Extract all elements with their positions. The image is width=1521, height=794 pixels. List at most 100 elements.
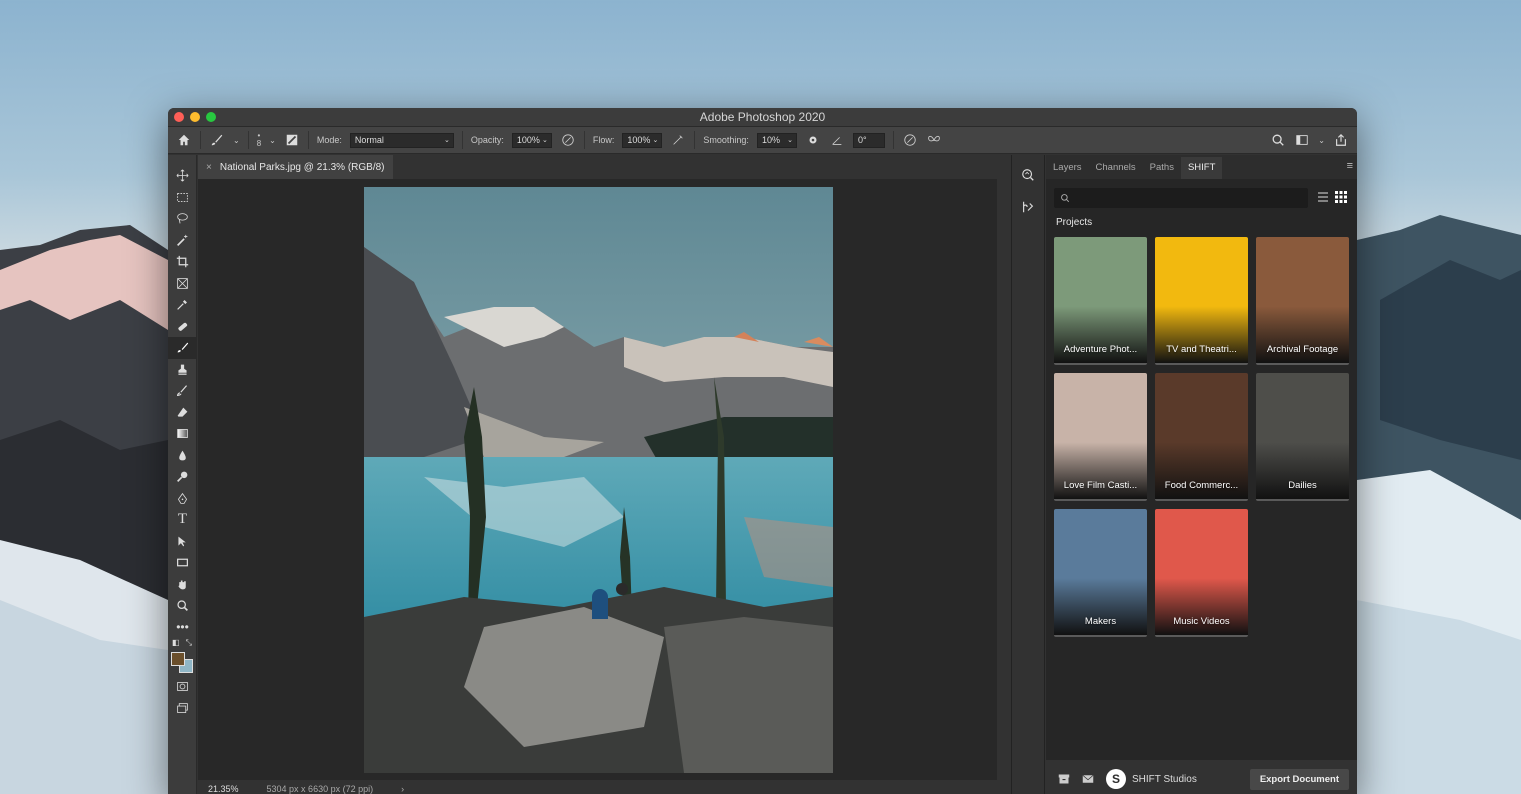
opacity-field[interactable]: 100% ⌄ <box>511 132 552 148</box>
zoom-tool-icon[interactable] <box>168 595 197 617</box>
smoothing-field[interactable]: 10% ⌄ <box>756 132 797 148</box>
foreground-color-swatch[interactable] <box>171 652 185 666</box>
project-card[interactable]: Love Film Casti... <box>1054 373 1147 501</box>
project-card[interactable]: Archival Footage <box>1256 237 1349 365</box>
tools-panel: T ••• ◧ ⤡ <box>168 155 197 794</box>
brush-tool-preset-icon[interactable] <box>209 132 225 148</box>
grid-view-icon[interactable] <box>1335 191 1347 203</box>
workspace-icon[interactable] <box>1294 132 1310 148</box>
color-swatches[interactable] <box>168 650 196 676</box>
project-card-label: Music Videos <box>1173 616 1230 627</box>
project-card-label: TV and Theatri... <box>1166 344 1237 355</box>
learn-panel-icon[interactable] <box>1016 163 1040 187</box>
history-brush-tool-icon[interactable] <box>168 380 197 402</box>
project-card-label: Archival Footage <box>1266 344 1339 355</box>
search-icon[interactable] <box>1270 132 1286 148</box>
options-bar: ⌄ • 8 ⌄ Mode: Normal ⌄ Opacity: 100% ⌄ Flow… <box>168 127 1357 154</box>
status-arrow-icon[interactable]: › <box>401 784 404 794</box>
panel-dock <box>1011 155 1045 794</box>
chevron-down-icon[interactable]: ⌄ <box>1318 136 1325 145</box>
projects-grid: Adventure Phot... TV and Theatri... Archiv… <box>1054 237 1349 637</box>
home-icon[interactable] <box>176 132 192 148</box>
airbrush-icon[interactable] <box>670 132 686 148</box>
angle-field[interactable]: 0° <box>852 132 885 148</box>
right-panel: Layers Channels Paths SHIFT ≡ Projects A… <box>1046 155 1357 794</box>
dodge-tool-icon[interactable] <box>168 466 197 488</box>
tab-layers[interactable]: Layers <box>1046 157 1089 179</box>
projects-heading: Projects <box>1056 217 1093 228</box>
blur-tool-icon[interactable] <box>168 445 197 467</box>
project-card-label: Love Film Casti... <box>1063 480 1138 491</box>
tab-channels[interactable]: Channels <box>1089 157 1143 179</box>
window-title: Adobe Photoshop 2020 <box>699 110 826 124</box>
eraser-tool-icon[interactable] <box>168 402 197 424</box>
project-card[interactable]: TV and Theatri... <box>1155 237 1248 365</box>
gradient-tool-icon[interactable] <box>168 423 197 445</box>
mail-icon[interactable] <box>1082 773 1094 785</box>
brush-settings-icon[interactable] <box>284 132 300 148</box>
screen-mode-icon[interactable] <box>168 698 197 720</box>
window-controls <box>174 112 216 122</box>
project-card-label: Makers <box>1084 616 1117 627</box>
flow-label: Flow: <box>592 135 615 145</box>
chevron-down-icon[interactable]: ⌄ <box>269 136 276 145</box>
type-tool-icon[interactable]: T <box>168 509 197 531</box>
path-selection-tool-icon[interactable] <box>168 531 197 553</box>
zoom-window-button[interactable] <box>206 112 216 122</box>
project-card-label: Dailies <box>1288 480 1317 491</box>
shift-panel-body: Projects Adventure Phot... TV and Theatri… <box>1046 179 1357 760</box>
pressure-size-icon[interactable] <box>902 132 918 148</box>
crop-tool-icon[interactable] <box>168 251 197 273</box>
brush-tool-icon[interactable] <box>168 337 197 359</box>
shift-panel-icon[interactable] <box>1016 195 1040 219</box>
quick-mask-icon[interactable] <box>168 676 197 698</box>
brush-size-picker[interactable]: • 8 <box>257 132 261 148</box>
project-card[interactable]: Food Commerc... <box>1155 373 1248 501</box>
archive-icon[interactable] <box>1058 773 1070 785</box>
rectangle-tool-icon[interactable] <box>168 552 197 574</box>
tab-shift[interactable]: SHIFT <box>1180 157 1223 179</box>
clone-stamp-tool-icon[interactable] <box>168 359 197 381</box>
magic-wand-tool-icon[interactable] <box>168 230 197 252</box>
close-window-button[interactable] <box>174 112 184 122</box>
project-search-input[interactable] <box>1054 188 1308 208</box>
close-tab-icon[interactable]: × <box>206 162 212 173</box>
zoom-level[interactable]: 21.35% <box>208 784 239 794</box>
list-view-icon[interactable] <box>1317 191 1329 203</box>
marquee-tool-icon[interactable] <box>168 187 197 209</box>
lasso-tool-icon[interactable] <box>168 208 197 230</box>
more-tools-icon[interactable]: ••• <box>168 617 197 639</box>
project-card-label: Food Commerc... <box>1164 480 1239 491</box>
vertical-scrollbar[interactable] <box>997 179 1011 780</box>
export-document-button[interactable]: Export Document <box>1249 769 1349 790</box>
panel-tabs: Layers Channels Paths SHIFT ≡ <box>1046 155 1357 179</box>
canvas[interactable] <box>198 179 997 780</box>
mode-select[interactable]: Normal ⌄ <box>349 132 454 148</box>
document-tab[interactable]: × National Parks.jpg @ 21.3% (RGB/8) <box>198 155 393 179</box>
shift-logo: S <box>1106 769 1126 789</box>
project-card[interactable]: Dailies <box>1256 373 1349 501</box>
photoshop-window: Adobe Photoshop 2020 ⌄ • 8 ⌄ Mode: Normal… <box>168 108 1357 794</box>
opacity-label: Opacity: <box>470 135 504 145</box>
document-image <box>364 187 833 773</box>
move-tool-icon[interactable] <box>168 165 197 187</box>
chevron-down-icon[interactable]: ⌄ <box>233 136 240 145</box>
eyedropper-tool-icon[interactable] <box>168 294 197 316</box>
gear-icon[interactable] <box>805 132 821 148</box>
project-card[interactable]: Makers <box>1054 509 1147 637</box>
pen-tool-icon[interactable] <box>168 488 197 510</box>
project-card[interactable]: Music Videos <box>1155 509 1248 637</box>
project-card[interactable]: Adventure Phot... <box>1054 237 1147 365</box>
angle-icon <box>829 132 845 148</box>
hand-tool-icon[interactable] <box>168 574 197 596</box>
default-colors-icon[interactable]: ◧ ⤡ <box>168 638 196 650</box>
minimize-window-button[interactable] <box>190 112 200 122</box>
healing-brush-tool-icon[interactable] <box>168 316 197 338</box>
tab-paths[interactable]: Paths <box>1143 157 1181 179</box>
frame-tool-icon[interactable] <box>168 273 197 295</box>
pressure-opacity-icon[interactable] <box>560 132 576 148</box>
symmetry-butterfly-icon[interactable] <box>926 132 942 148</box>
flow-field[interactable]: 100% ⌄ <box>622 132 663 148</box>
share-icon[interactable] <box>1333 132 1349 148</box>
panel-menu-icon[interactable]: ≡ <box>1347 160 1353 172</box>
